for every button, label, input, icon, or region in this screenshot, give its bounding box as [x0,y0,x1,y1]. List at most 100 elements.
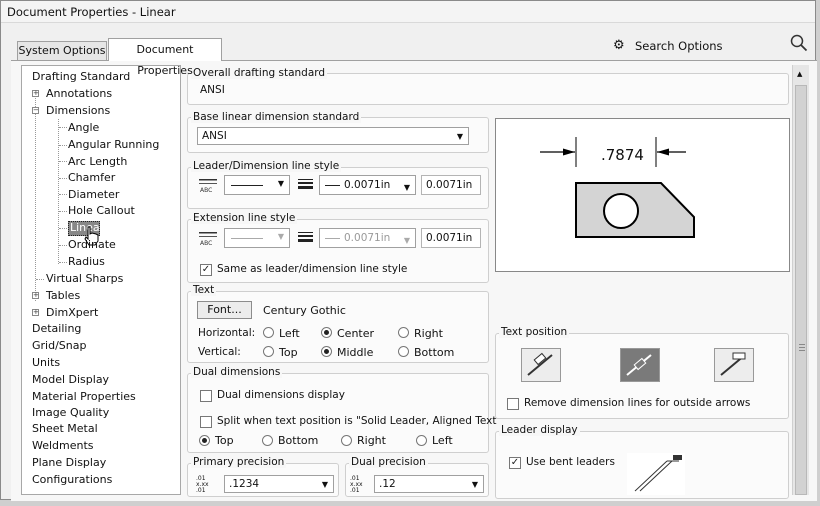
horizontal-right-radio[interactable] [398,327,409,338]
dual-precision-dropdown[interactable]: .12 ▼ [374,475,484,493]
dual-top-radio[interactable] [199,435,210,446]
tree-item-diameter[interactable]: Diameter [68,188,119,201]
leader-thickness-input[interactable]: 0.0071in [421,175,481,195]
chevron-down-icon: ▼ [403,183,410,192]
search-options-label[interactable]: Search Options [635,39,723,53]
primary-precision-value: .1234 [229,478,260,490]
leader-style-label: Leader/Dimension line style [191,160,342,172]
text-position-option-2[interactable] [620,348,660,382]
dual-left-radio[interactable] [416,435,427,446]
tree-item-radius[interactable]: Radius [68,255,105,268]
tree-item-hole-callout[interactable]: Hole Callout [68,204,135,217]
vertical-middle-label: Middle [337,346,374,359]
vertical-middle-radio[interactable] [321,346,332,357]
collapse-icon[interactable]: − [32,107,39,114]
svg-text:ABC: ABC [200,187,212,193]
tree-item-annotations[interactable]: Annotations [46,87,112,100]
tree-item-sheet-metal[interactable]: Sheet Metal [32,422,98,435]
remove-dimension-lines-checkbox[interactable] [507,398,519,410]
primary-precision-dropdown[interactable]: .1234 ▼ [224,475,334,493]
base-linear-label: Base linear dimension standard [191,111,362,123]
dual-right-radio[interactable] [341,435,352,446]
chevron-down-icon: ▼ [403,236,410,245]
primary-precision-label: Primary precision [191,456,287,468]
precision-icon: .01 x.xx .01 [350,475,363,494]
horizontal-center-radio[interactable] [321,327,332,338]
horizontal-left-radio[interactable] [263,327,274,338]
tree-item-units[interactable]: Units [32,356,60,369]
expand-icon[interactable]: + [32,292,39,299]
tree-item-chamfer[interactable]: Chamfer [68,171,115,184]
overall-standard-value: ANSI [200,84,225,96]
expand-icon[interactable]: + [32,309,39,316]
tree-item-angle[interactable]: Angle [68,121,99,134]
tree-item-detailing[interactable]: Detailing [32,322,81,335]
split-text-label: Split when text position is "Solid Leade… [217,415,502,427]
extension-thickness-dropdown[interactable]: 0.0071in ▼ [319,228,416,248]
line-thickness-icon [298,232,313,242]
split-text-checkbox[interactable] [200,416,212,428]
horizontal-label: Horizontal: [198,327,256,339]
search-icon[interactable] [790,34,808,52]
tree-item-grid-snap[interactable]: Grid/Snap [32,339,86,352]
tree-item-plane-display[interactable]: Plane Display [32,456,106,469]
tree-item-drafting-standard[interactable]: Drafting Standard [32,70,130,83]
vertical-bottom-label: Bottom [414,346,455,359]
dual-display-checkbox[interactable] [200,390,212,402]
gear-icon[interactable]: ⚙ [613,38,625,53]
preview-drawing [540,137,695,238]
leader-line-style-dropdown[interactable]: ▼ [224,175,290,195]
line-style-icon: ABC [199,179,217,193]
tree-item-virtual-sharps[interactable]: Virtual Sharps [46,272,123,285]
same-as-leader-label: Same as leader/dimension line style [217,263,408,275]
extension-line-style-dropdown[interactable]: ▼ [224,228,290,248]
use-bent-leaders-label: Use bent leaders [526,456,615,468]
leader-thickness-dropdown[interactable]: 0.0071in ▼ [319,175,416,195]
chevron-down-icon: ▼ [456,132,463,141]
expand-icon[interactable]: + [32,90,39,97]
line-style-icon: ABC [199,232,217,246]
text-position-option-1[interactable] [521,348,561,382]
text-position-label: Text position [499,326,570,338]
tree-item-tables[interactable]: Tables [46,289,80,302]
tab-document-properties[interactable]: Document Properties [108,38,222,77]
aligned-dimension-icon [527,352,553,376]
dual-bottom-radio[interactable] [262,435,273,446]
tab-system-options[interactable]: System Options [17,41,107,60]
tree-item-arc-length[interactable]: Arc Length [68,155,127,168]
dual-dimensions-label: Dual dimensions [191,366,283,378]
dual-bottom-label: Bottom [278,434,319,447]
scroll-up-icon[interactable]: ▲ [797,70,802,78]
base-linear-dropdown[interactable]: ANSI ▼ [197,127,469,145]
tree-item-ordinate[interactable]: Ordinate [68,238,116,251]
text-position-option-3[interactable] [714,348,754,382]
tree-item-weldments[interactable]: Weldments [32,439,94,452]
use-bent-leaders-checkbox[interactable]: ✓ [509,457,521,469]
svg-text:ABC: ABC [200,240,212,246]
leader-thickness-value: 0.0071in [344,179,391,191]
tree-item-configurations[interactable]: Configurations [32,473,112,486]
extension-thickness-input[interactable]: 0.0071in [421,228,481,248]
tree-item-dimxpert[interactable]: DimXpert [46,306,98,319]
chevron-down-icon: ▼ [321,480,328,489]
tree-item-material-properties[interactable]: Material Properties [32,390,136,403]
preview-dimension-text: .7874 [601,146,644,164]
horizontal-right-label: Right [414,327,443,340]
dual-precision-value: .12 [379,478,396,490]
title-bar: Document Properties - Linear [1,1,815,23]
scroll-thumb[interactable] [795,85,807,495]
inline-dimension-icon [626,354,652,376]
tree-item-model-display[interactable]: Model Display [32,373,109,386]
tree-item-dimensions[interactable]: Dimensions [46,104,110,117]
horizontal-center-label: Center [337,327,375,340]
chevron-down-icon: ▼ [277,232,284,241]
precision-icon: .01 x.xx .01 [196,475,209,494]
vertical-bottom-radio[interactable] [398,346,409,357]
font-button[interactable]: Font... [197,301,252,319]
tree-item-image-quality[interactable]: Image Quality [32,406,109,419]
vertical-top-radio[interactable] [263,346,274,357]
same-as-leader-checkbox[interactable]: ✓ [200,264,212,276]
tree-item-angular-running[interactable]: Angular Running [68,138,159,151]
text-group-label: Text [191,284,217,296]
vertical-scrollbar[interactable]: ▲ [792,65,809,495]
